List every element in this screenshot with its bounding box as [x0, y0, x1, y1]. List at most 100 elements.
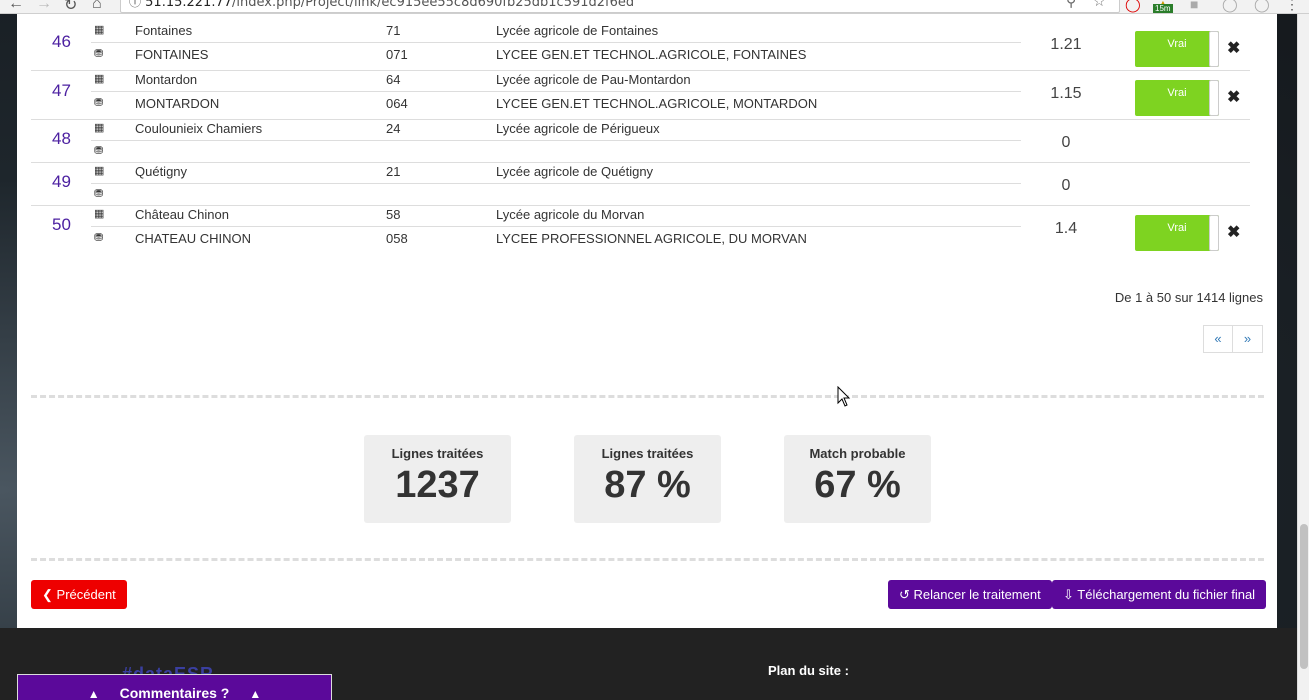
- table-icon: ▦: [94, 208, 105, 220]
- toggle-knob[interactable]: [1209, 80, 1219, 116]
- page-scrollbar[interactable]: [1297, 14, 1309, 700]
- comments-label: Commentaires ?: [119, 685, 230, 700]
- table-icon: ▦: [94, 165, 105, 177]
- database-icon: ⛃: [94, 232, 104, 244]
- source-label: Lycée agricole de Pau-Montardon: [496, 72, 691, 87]
- download-icon: ⇩: [1063, 587, 1074, 602]
- chevron-up-icon: ▲: [249, 687, 262, 700]
- sitemap-heading: Plan du site :: [768, 663, 849, 678]
- stat-label: Match probable: [809, 446, 906, 461]
- table-row: 47 ▦ Montardon 64 Lycée agricole de Pau-…: [31, 71, 1250, 120]
- match-toggle[interactable]: Vrai: [1135, 80, 1219, 116]
- scrollbar-thumb[interactable]: [1300, 524, 1308, 669]
- source-code: 58: [386, 207, 401, 222]
- divider: [91, 140, 1021, 141]
- table-icon: ▦: [94, 122, 105, 134]
- reload-icon[interactable]: ↻: [64, 0, 77, 13]
- match-score: 1.21: [1050, 36, 1082, 53]
- toggle-label: Vrai: [1167, 87, 1187, 99]
- extension-icon-3[interactable]: ◯: [1222, 0, 1238, 13]
- source-code: 71: [386, 23, 401, 38]
- table-row: 48 ▦ Coulounieix Chamiers 24 Lycée agric…: [31, 120, 1250, 163]
- match-label: LYCEE GEN.ET TECHNOL.AGRICOLE, MONTARDON: [496, 96, 818, 111]
- match-label: LYCEE GEN.ET TECHNOL.AGRICOLE, FONTAINES: [496, 47, 807, 62]
- forward-icon[interactable]: →: [36, 0, 52, 13]
- toggle-knob[interactable]: [1209, 31, 1219, 67]
- divider: [91, 226, 1021, 227]
- database-icon: ⛃: [94, 48, 104, 60]
- database-icon: ⛃: [94, 97, 104, 109]
- divider: [31, 558, 1264, 561]
- next-page-button[interactable]: »: [1233, 325, 1263, 353]
- prev-page-button[interactable]: «: [1203, 325, 1233, 353]
- match-name: CHATEAU CHINON: [135, 231, 252, 246]
- extension-icon-2[interactable]: ■: [1190, 0, 1198, 12]
- relaunch-button-label: Relancer le traitement: [913, 587, 1041, 602]
- source-name: Fontaines: [135, 23, 193, 38]
- source-name: Château Chinon: [135, 207, 229, 222]
- stat-card: Lignes traitées 1237: [364, 435, 511, 523]
- source-code: 24: [386, 121, 401, 136]
- table-row: 49 ▦ Quétigny 21 Lycée agricole de Quéti…: [31, 163, 1250, 206]
- match-score: 1.15: [1050, 85, 1082, 102]
- source-name: Quétigny: [135, 164, 188, 179]
- source-label: Lycée agricole du Morvan: [496, 207, 645, 222]
- back-circle-icon: ❮: [42, 587, 53, 602]
- address-bar[interactable]: ⓘ 51.15.221.77/index.php/Project/link/ec…: [120, 0, 1120, 13]
- close-icon[interactable]: ✖: [1227, 38, 1240, 58]
- home-icon[interactable]: ⌂: [92, 0, 102, 13]
- stat-value: 87 %: [604, 464, 691, 506]
- download-button[interactable]: ⇩ Téléchargement du fichier final: [1052, 580, 1267, 609]
- match-score: 0: [1061, 134, 1071, 151]
- table-icon: ▦: [94, 73, 105, 85]
- divider: [31, 395, 1264, 398]
- match-name: MONTARDON: [135, 96, 220, 111]
- info-icon[interactable]: ⓘ: [129, 0, 141, 9]
- menu-icon[interactable]: ⋮: [1285, 0, 1299, 13]
- chevron-up-icon: ▲: [87, 687, 100, 700]
- close-icon[interactable]: ✖: [1227, 87, 1240, 107]
- opera-extension-icon[interactable]: ◯: [1125, 0, 1141, 13]
- source-name: Coulounieix Chamiers: [135, 121, 263, 136]
- comments-toggle[interactable]: ▲ Commentaires ? ▲: [17, 674, 332, 700]
- source-label: Lycée agricole de Périgueux: [496, 121, 660, 136]
- table-row: 46 ▦ Fontaines 71 Lycée agricole de Font…: [31, 14, 1250, 71]
- stat-value: 67 %: [814, 464, 901, 506]
- relaunch-button[interactable]: ↺ Relancer le traitement: [888, 580, 1052, 609]
- row-number: 48: [52, 129, 71, 148]
- refresh-icon: ↺: [899, 587, 910, 602]
- close-icon[interactable]: ✖: [1227, 222, 1240, 242]
- divider: [91, 42, 1021, 43]
- bookmark-star-icon[interactable]: ☆: [1093, 0, 1106, 12]
- match-toggle[interactable]: Vrai: [1135, 31, 1219, 67]
- divider: [91, 91, 1021, 92]
- extension-badge: 15m: [1153, 4, 1173, 13]
- browser-toolbar: ← → ↻ ⌂ ⓘ 51.15.221.77/index.php/Project…: [0, 0, 1309, 14]
- source-name: Montardon: [135, 72, 198, 87]
- divider: [91, 183, 1021, 184]
- match-score: 1.4: [1054, 220, 1078, 237]
- match-name: FONTAINES: [135, 47, 209, 62]
- pagination: « »: [1203, 325, 1263, 353]
- results-panel: 46 ▦ Fontaines 71 Lycée agricole de Font…: [17, 14, 1277, 628]
- previous-button[interactable]: ❮ Précédent: [31, 580, 127, 609]
- source-label: Lycée agricole de Quétigny: [496, 164, 654, 179]
- table-icon: ▦: [94, 24, 105, 36]
- stat-card: Match probable 67 %: [784, 435, 931, 523]
- stat-card: Lignes traitées 87 %: [574, 435, 721, 523]
- zoom-icon[interactable]: ⚲: [1066, 0, 1076, 12]
- extension-icon-4[interactable]: ◯: [1254, 0, 1270, 13]
- match-score: 0: [1061, 177, 1071, 194]
- match-code: 071: [386, 47, 408, 62]
- toggle-knob[interactable]: [1209, 215, 1219, 251]
- table-row: 50 ▦ Château Chinon 58 Lycée agricole du…: [31, 206, 1250, 254]
- stat-label: Lignes traitées: [391, 446, 484, 461]
- back-icon[interactable]: ←: [8, 0, 24, 13]
- row-number: 47: [52, 81, 71, 100]
- url-path: /index.php/Project/link/ec915ee55c8d690f…: [232, 0, 635, 10]
- toggle-label: Vrai: [1167, 38, 1187, 50]
- match-toggle[interactable]: Vrai: [1135, 215, 1219, 251]
- pagination-info: De 1 à 50 sur 1414 lignes: [1114, 290, 1263, 305]
- stat-label: Lignes traitées: [601, 446, 694, 461]
- source-code: 64: [386, 72, 401, 87]
